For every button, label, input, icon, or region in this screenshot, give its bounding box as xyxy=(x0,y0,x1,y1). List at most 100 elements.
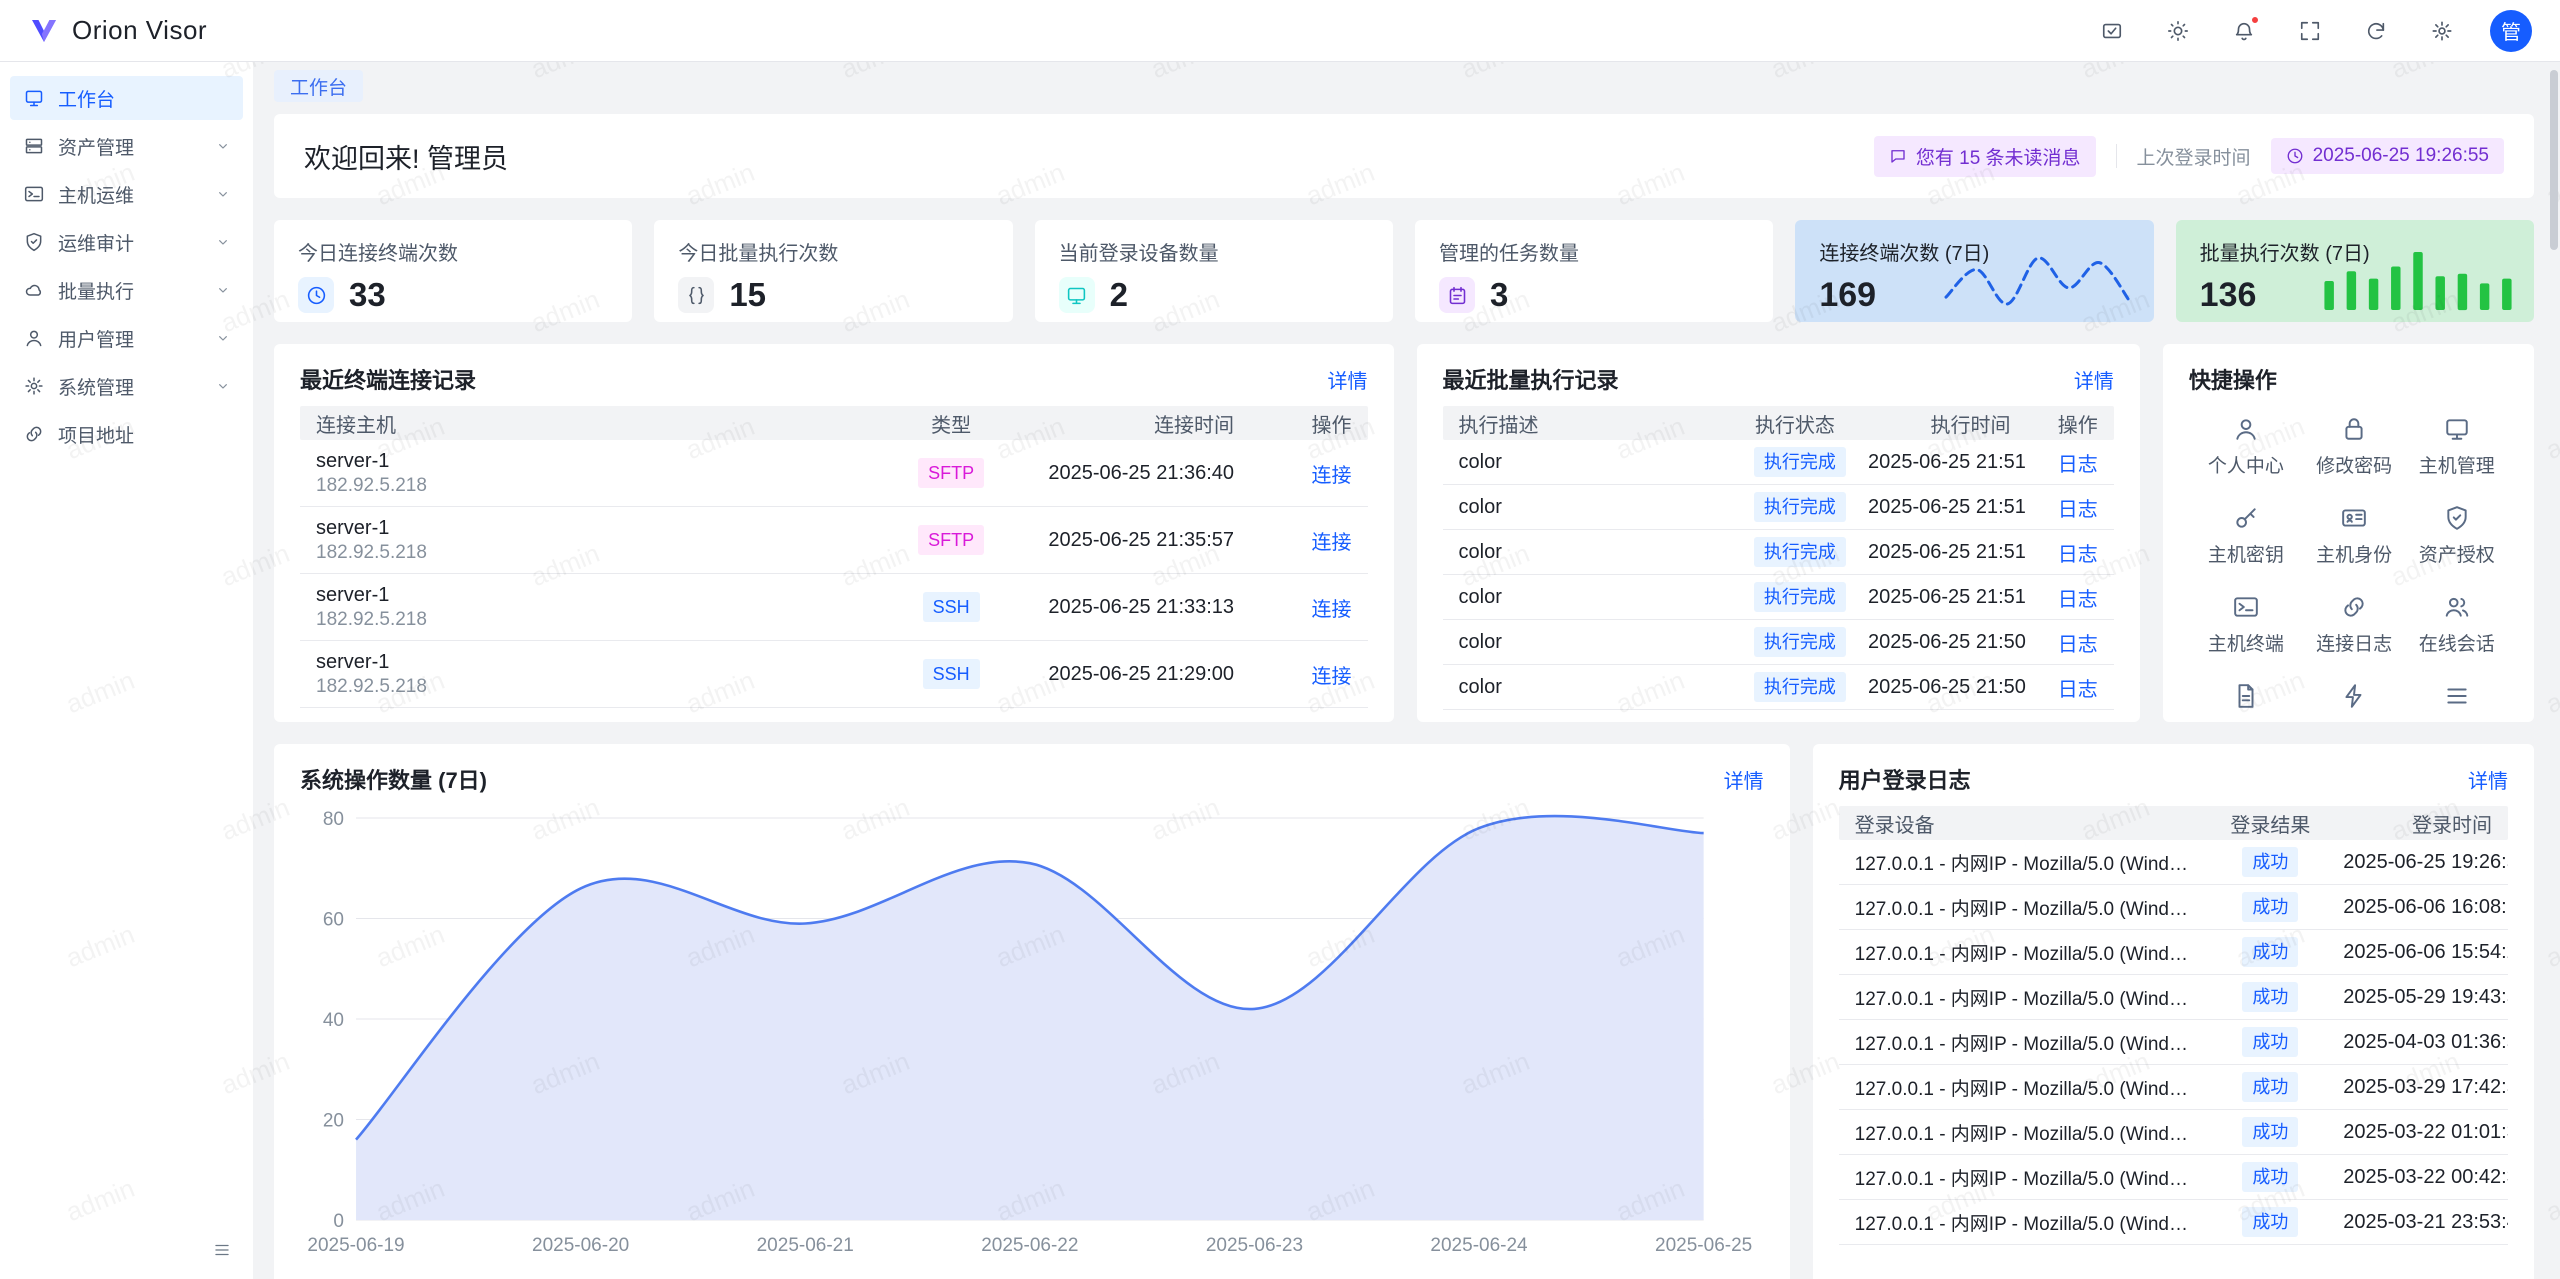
unread-messages-chip[interactable]: 您有 15 条未读消息 xyxy=(1874,136,2096,177)
result-cell: 成功 xyxy=(2213,937,2327,967)
connect-time: 2025-06-25 21:33:13 xyxy=(1015,596,1250,619)
quick-action-item[interactable]: 主机终端 xyxy=(2189,594,2303,656)
fullscreen-icon[interactable] xyxy=(2292,13,2328,49)
table-row: 127.0.0.1 - 内网IP - Mozilla/5.0 (Windows … xyxy=(1839,885,2508,930)
settings-gear-icon[interactable] xyxy=(2424,13,2460,49)
table-row: color执行完成2025-06-25 21:51:17日志 xyxy=(1443,530,2114,575)
sidebar-item-workbench[interactable]: 工作台 xyxy=(10,76,243,120)
quick-action-item[interactable]: 文件操作日志 xyxy=(2189,683,2303,722)
quick-action-item[interactable]: 个人中心 xyxy=(2189,416,2303,478)
sidebar-collapse-icon[interactable] xyxy=(207,1235,237,1265)
batch-records-card: 最近批量执行记录 详情 执行描述 执行状态 执行时间 操作 color执行完成2… xyxy=(1417,344,2140,722)
result-cell: 成功 xyxy=(2213,1207,2327,1237)
quick-action-item[interactable]: 资产授权 xyxy=(2405,505,2508,567)
page-scrollbar[interactable] xyxy=(2548,62,2560,1279)
log-link[interactable]: 日志 xyxy=(2058,679,2098,701)
login-result-badge: 成功 xyxy=(2242,1027,2298,1057)
svg-text:2025-06-22: 2025-06-22 xyxy=(981,1235,1078,1256)
table-row: server-1182.92.5.218SSH2025-06-25 21:29:… xyxy=(300,641,1368,708)
exec-status-badge: 执行完成 xyxy=(1754,672,1846,702)
result-cell: 成功 xyxy=(2213,1027,2327,1057)
exec-time: 2025-06-25 21:51:01 xyxy=(1852,586,2027,609)
login-logs-detail-link[interactable]: 详情 xyxy=(2468,765,2508,794)
log-link[interactable]: 日志 xyxy=(2058,634,2098,656)
login-time: 2025-06-25 19:26:55 xyxy=(2327,851,2508,874)
table-row: server-1182.92.5.218SFTP2025-06-25 21:35… xyxy=(300,507,1368,574)
log-link[interactable]: 日志 xyxy=(2058,454,2098,476)
table-header: 连接主机 类型 连接时间 操作 xyxy=(300,406,1368,440)
notification-bell-icon[interactable] xyxy=(2226,13,2262,49)
sidebar-item-label: 用户管理 xyxy=(58,325,134,352)
unread-messages-label: 您有 15 条未读消息 xyxy=(1916,143,2081,170)
stat-value: 3 xyxy=(1490,276,1508,314)
login-result-badge: 成功 xyxy=(2242,982,2298,1012)
table-row: 127.0.0.1 - 内网IP - Mozilla/5.0 (Windows … xyxy=(1839,840,2508,885)
theme-sun-icon[interactable] xyxy=(2160,13,2196,49)
sidebar-item-project-url[interactable]: 项目地址 xyxy=(10,412,243,456)
sidebar-item-batch-exec[interactable]: 批量执行 xyxy=(10,268,243,312)
login-device: 127.0.0.1 - 内网IP - Mozilla/5.0 (Windows … xyxy=(1839,1164,2214,1191)
sidebar-item-assets[interactable]: 资产管理 xyxy=(10,124,243,168)
table-row: color执行完成2025-06-25 21:51:51日志 xyxy=(1443,440,2114,485)
log-link[interactable]: 日志 xyxy=(2058,544,2098,566)
quick-action-item[interactable]: 主机身份 xyxy=(2303,505,2406,567)
quick-action-item[interactable]: 连接日志 xyxy=(2303,594,2406,656)
card-title: 系统操作数量 (7日) xyxy=(300,763,487,795)
quick-action-item[interactable]: 主机管理 xyxy=(2405,416,2508,478)
users-icon xyxy=(2444,594,2470,620)
welcome-title: 欢迎回来! 管理员 xyxy=(304,137,508,176)
login-time: 2025-03-21 23:53:43 xyxy=(2327,1211,2508,1234)
terminal-7d-sparkline xyxy=(1938,242,2138,314)
batch-records-detail-link[interactable]: 详情 xyxy=(2074,365,2114,394)
overview-icon[interactable] xyxy=(2094,13,2130,49)
breadcrumb[interactable]: 工作台 xyxy=(274,70,363,102)
app-logo[interactable]: Orion Visor xyxy=(28,15,207,47)
exec-status-badge: 执行完成 xyxy=(1754,537,1846,567)
connect-link[interactable]: 连接 xyxy=(1311,666,1351,688)
protocol-badge: SSH xyxy=(923,592,980,622)
sidebar-item-audit[interactable]: 运维审计 xyxy=(10,220,243,264)
ops-chart-detail-link[interactable]: 详情 xyxy=(1724,765,1764,794)
result-cell: 成功 xyxy=(2213,982,2327,1012)
host-cell: server-1182.92.5.218 xyxy=(300,515,887,566)
sidebar-item-system[interactable]: 系统管理 xyxy=(10,364,243,408)
login-time: 2025-03-22 01:01:31 xyxy=(2327,1121,2508,1144)
connect-link[interactable]: 连接 xyxy=(1311,465,1351,487)
idcard-icon xyxy=(2341,505,2367,531)
column-header: 登录设备 xyxy=(1839,809,2214,838)
table-header: 登录设备 登录结果 登录时间 xyxy=(1839,806,2508,840)
host-cell: server-1182.92.5.218 xyxy=(300,448,887,499)
stat-card-terminal-today: 今日连接终端次数 33 xyxy=(274,220,632,322)
quick-action-item[interactable]: 在线会话 xyxy=(2405,594,2508,656)
svg-text:2025-06-24: 2025-06-24 xyxy=(1430,1235,1528,1256)
quick-action-item[interactable]: 执行日志 xyxy=(2405,683,2508,722)
terminal-records-detail-link[interactable]: 详情 xyxy=(1328,365,1368,394)
scrollbar-thumb[interactable] xyxy=(2550,70,2558,250)
batch-records-table: 执行描述 执行状态 执行时间 操作 color执行完成2025-06-25 21… xyxy=(1443,406,2114,710)
log-link[interactable]: 日志 xyxy=(2058,499,2098,521)
host-cell: server-1182.92.5.218 xyxy=(300,649,887,700)
quick-action-item[interactable]: 修改密码 xyxy=(2303,416,2406,478)
log-link[interactable]: 日志 xyxy=(2058,589,2098,611)
table-row: 127.0.0.1 - 内网IP - Mozilla/5.0 (Windows … xyxy=(1839,1065,2508,1110)
user-avatar[interactable]: 管 xyxy=(2490,10,2532,52)
exec-description: color xyxy=(1443,496,1738,519)
sidebar-item-users[interactable]: 用户管理 xyxy=(10,316,243,360)
connect-link[interactable]: 连接 xyxy=(1311,532,1351,554)
chevron-down-icon xyxy=(215,378,231,394)
refresh-icon[interactable] xyxy=(2358,13,2394,49)
quick-action-item[interactable]: 命令执行 xyxy=(2303,683,2406,722)
exec-status-badge: 执行完成 xyxy=(1754,627,1846,657)
svg-text:2025-06-21: 2025-06-21 xyxy=(757,1235,854,1256)
quick-action-item[interactable]: 主机密钥 xyxy=(2189,505,2303,567)
sidebar-item-label: 资产管理 xyxy=(58,133,134,160)
chevron-down-icon xyxy=(215,138,231,154)
login-logs-card: 用户登录日志 详情 登录设备 登录结果 登录时间 127.0.0.1 - 内网I… xyxy=(1813,744,2534,1279)
connect-link[interactable]: 连接 xyxy=(1311,599,1351,621)
clock-icon xyxy=(298,277,334,313)
audit-shield-icon xyxy=(2444,505,2470,531)
sidebar-item-host-ops[interactable]: 主机运维 xyxy=(10,172,243,216)
sidebar-item-label: 工作台 xyxy=(58,85,115,112)
status-cell: 执行完成 xyxy=(1738,582,1852,612)
table-row: color执行完成2025-06-25 21:51:01日志 xyxy=(1443,575,2114,620)
